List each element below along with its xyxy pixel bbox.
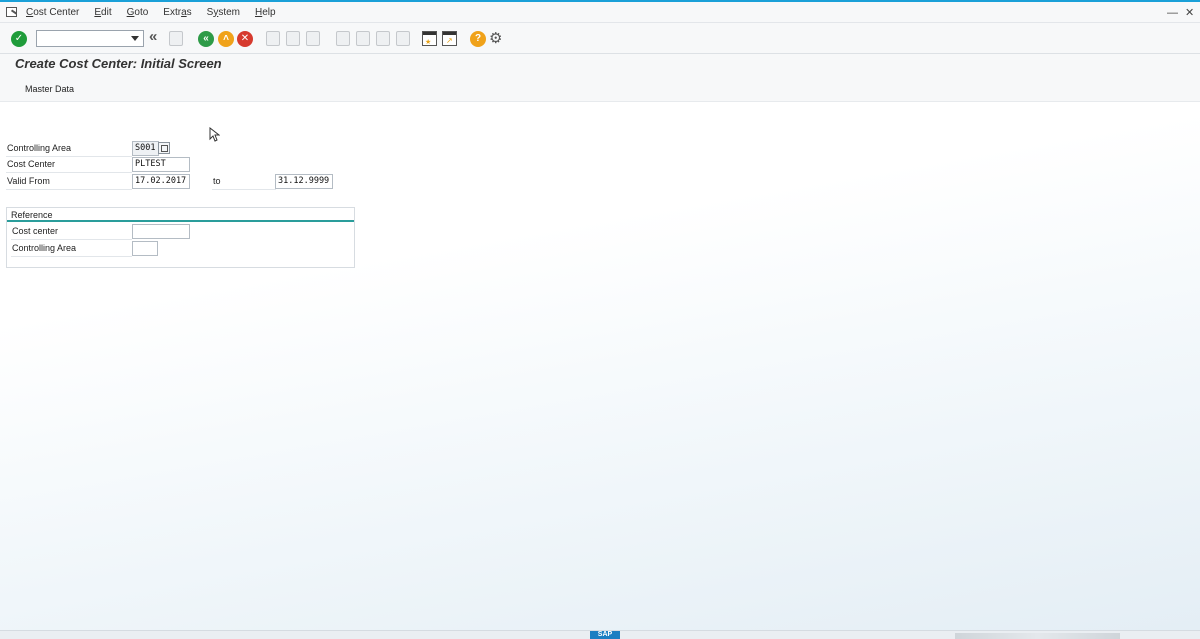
sap-logo: SAP (590, 631, 620, 639)
find-next-icon (306, 31, 320, 46)
page-title: Create Cost Center: Initial Screen (15, 56, 222, 71)
reference-controlling-area-field[interactable] (132, 241, 158, 256)
back-icon[interactable]: « (198, 31, 214, 47)
help-icon[interactable]: ? (470, 31, 486, 47)
enter-icon[interactable]: ✓ (11, 31, 27, 47)
exit-icon[interactable]: ˄ (218, 31, 234, 47)
menu-extras[interactable]: Extras (163, 7, 191, 18)
valid-to-label: to (212, 174, 276, 190)
find-icon (286, 31, 300, 46)
previous-page-icon (356, 31, 370, 46)
menu-bar: Cost Center Edit Goto Extras System Help… (0, 2, 1200, 23)
back-double-arrow-icon[interactable]: « (149, 28, 157, 45)
system-toolbar: ✓ « « ˄ ✕ ★ ↗ ? ⚙ (0, 23, 1200, 54)
reference-cost-center-label: Cost center (11, 224, 132, 240)
close-window-icon[interactable]: ✕ (1185, 6, 1194, 19)
customize-layout-icon[interactable]: ⚙ (489, 29, 502, 47)
first-page-icon (336, 31, 350, 46)
mouse-cursor-icon (209, 127, 220, 142)
save-icon (169, 31, 183, 46)
reference-group-divider (7, 220, 354, 222)
system-menu-icon[interactable] (6, 6, 20, 18)
value-help-icon[interactable] (158, 142, 170, 154)
cost-center-field[interactable]: PLTEST (132, 157, 190, 172)
valid-from-label: Valid From (6, 174, 132, 190)
application-toolbar (0, 78, 1200, 102)
command-field[interactable] (36, 30, 144, 47)
system-info-area[interactable] (955, 633, 1120, 639)
menu-goto[interactable]: Goto (127, 7, 149, 18)
menu-help[interactable]: Help (255, 7, 276, 18)
controlling-area-label: Controlling Area (6, 141, 132, 157)
menu-edit[interactable]: Edit (94, 7, 111, 18)
reference-cost-center-field[interactable] (132, 224, 190, 239)
last-page-icon (396, 31, 410, 46)
menu-system[interactable]: System (207, 7, 240, 18)
print-icon (266, 31, 280, 46)
valid-from-field[interactable]: 17.02.2017 (132, 174, 190, 189)
create-session-icon[interactable]: ★ (422, 31, 437, 46)
valid-to-field[interactable]: 31.12.9999 (275, 174, 333, 189)
cancel-icon[interactable]: ✕ (237, 31, 253, 47)
shortcut-icon[interactable]: ↗ (442, 31, 457, 46)
reference-group-title: Reference (11, 210, 53, 220)
master-data-button[interactable]: Master Data (25, 84, 74, 94)
minimize-icon[interactable]: — (1167, 7, 1178, 19)
reference-controlling-area-label: Controlling Area (11, 241, 132, 257)
next-page-icon (376, 31, 390, 46)
cost-center-label: Cost Center (6, 157, 132, 173)
chevron-down-icon[interactable] (131, 36, 139, 41)
menu-cost-center[interactable]: Cost Center (26, 7, 79, 18)
controlling-area-field[interactable]: S001 (132, 141, 159, 156)
